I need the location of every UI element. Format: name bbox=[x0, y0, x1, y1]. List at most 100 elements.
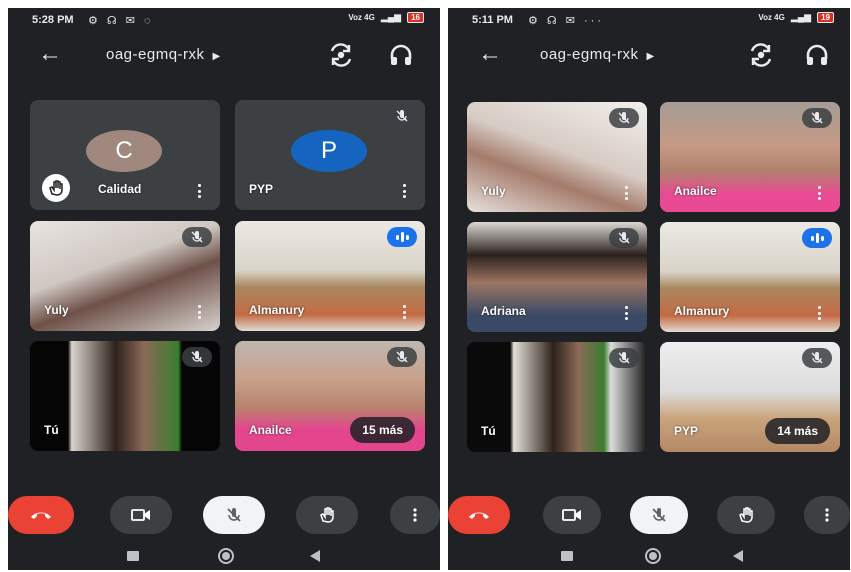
participant-name: Tú bbox=[44, 423, 59, 437]
participant-tile[interactable]: PYP 14 más bbox=[660, 342, 840, 452]
recent-apps-icon[interactable] bbox=[127, 551, 139, 561]
status-bar: 5:11 PM ⚙ ☊ ✉ ··· Voz 4G ▂▄▆ 19 bbox=[448, 8, 850, 30]
participant-name: Calidad bbox=[98, 182, 142, 196]
system-navbar bbox=[448, 542, 850, 570]
battery-icon: 16 bbox=[407, 12, 424, 23]
mic-off-icon bbox=[652, 508, 666, 522]
battery-icon: 19 bbox=[817, 12, 834, 23]
participant-tile[interactable]: Adriana bbox=[467, 222, 647, 332]
more-options-icon[interactable] bbox=[818, 306, 822, 320]
video-camera-icon bbox=[562, 509, 581, 521]
avatar: C bbox=[86, 130, 162, 172]
meeting-code-text: oag-egmq-rxk bbox=[540, 46, 639, 63]
participant-name: Tú bbox=[481, 424, 496, 438]
end-call-button[interactable] bbox=[8, 496, 74, 534]
call-controls bbox=[448, 494, 850, 538]
status-right: Voz 4G ▂▄▆ 19 bbox=[758, 12, 834, 23]
phone-screen-right: 5:11 PM ⚙ ☊ ✉ ··· Voz 4G ▂▄▆ 19 ← oag-eg… bbox=[448, 8, 850, 570]
participant-name: Anailce bbox=[674, 184, 717, 198]
recent-apps-icon[interactable] bbox=[561, 551, 573, 561]
meeting-code-text: oag-egmq-rxk bbox=[106, 46, 205, 63]
status-notification-icons: ⚙ ☊ ✉ ◌ bbox=[88, 15, 154, 27]
more-options-icon[interactable] bbox=[198, 305, 202, 319]
home-icon[interactable] bbox=[218, 548, 234, 564]
video-camera-icon bbox=[131, 509, 150, 521]
more-options-button[interactable] bbox=[804, 496, 850, 534]
network-label: Voz 4G bbox=[758, 12, 785, 22]
participant-tile[interactable]: Anailce bbox=[660, 102, 840, 212]
more-vert-icon bbox=[825, 508, 829, 522]
mic-off-icon bbox=[227, 508, 241, 522]
microphone-button[interactable] bbox=[630, 496, 688, 534]
more-options-icon[interactable] bbox=[403, 184, 407, 198]
participant-name: Yuly bbox=[44, 303, 69, 317]
end-call-button[interactable] bbox=[448, 496, 510, 534]
caret-right-icon: ▶ bbox=[212, 51, 221, 62]
status-right: Voz 4G ▂▄▆ 16 bbox=[348, 12, 424, 23]
headphones-icon[interactable] bbox=[388, 42, 414, 68]
participant-name: PYP bbox=[249, 182, 274, 196]
mic-off-icon bbox=[609, 228, 639, 248]
system-navbar bbox=[8, 542, 440, 570]
participant-name: Almanury bbox=[249, 303, 305, 317]
participant-tile[interactable]: Almanury bbox=[235, 221, 425, 331]
participant-tile[interactable]: Yuly bbox=[467, 102, 647, 212]
participant-tile[interactable]: P PYP bbox=[235, 100, 425, 210]
meeting-header: ← oag-egmq-rxk ▶ bbox=[8, 38, 440, 74]
status-time: 5:11 PM bbox=[472, 14, 513, 26]
participant-name: Anailce bbox=[249, 423, 292, 437]
more-options-icon[interactable] bbox=[625, 306, 629, 320]
microphone-button[interactable] bbox=[203, 496, 265, 534]
camera-button[interactable] bbox=[110, 496, 172, 534]
mic-off-icon bbox=[609, 348, 639, 368]
self-view-tile[interactable]: Tú bbox=[30, 341, 220, 451]
raise-hand-button[interactable] bbox=[296, 496, 358, 534]
participant-tile[interactable]: Yuly bbox=[30, 221, 220, 331]
status-bar: 5:28 PM ⚙ ☊ ✉ ◌ Voz 4G ▂▄▆ 16 bbox=[8, 8, 440, 30]
meeting-header: ← oag-egmq-rxk ▶ bbox=[448, 38, 850, 74]
headphones-icon[interactable] bbox=[804, 42, 830, 68]
more-participants-chip[interactable]: 15 más bbox=[350, 417, 415, 443]
mic-off-icon bbox=[802, 348, 832, 368]
speaking-indicator-icon bbox=[802, 228, 832, 248]
participant-tile[interactable]: Anailce 15 más bbox=[235, 341, 425, 451]
status-time: 5:28 PM bbox=[32, 14, 74, 26]
hand-raised-icon bbox=[42, 174, 70, 202]
mic-off-icon bbox=[802, 108, 832, 128]
home-icon[interactable] bbox=[645, 548, 661, 564]
call-controls bbox=[8, 494, 440, 538]
back-arrow-icon[interactable]: ← bbox=[38, 40, 62, 68]
participant-name: Yuly bbox=[481, 184, 506, 198]
mic-off-icon bbox=[182, 227, 212, 247]
more-options-icon[interactable] bbox=[625, 186, 629, 200]
mic-off-icon bbox=[609, 108, 639, 128]
back-icon[interactable] bbox=[733, 550, 743, 562]
more-options-button[interactable] bbox=[390, 496, 440, 534]
raise-hand-button[interactable] bbox=[717, 496, 775, 534]
avatar: P bbox=[291, 130, 367, 172]
signal-icon: ▂▄▆ bbox=[380, 12, 402, 22]
status-notification-icons: ⚙ ☊ ✉ ··· bbox=[528, 15, 605, 27]
participant-name: Adriana bbox=[481, 304, 526, 318]
more-options-icon[interactable] bbox=[818, 186, 822, 200]
back-arrow-icon[interactable]: ← bbox=[478, 40, 502, 68]
more-vert-icon bbox=[413, 508, 417, 522]
mic-off-icon bbox=[387, 106, 417, 126]
back-icon[interactable] bbox=[310, 550, 320, 562]
mic-off-icon bbox=[182, 347, 212, 367]
participant-name: PYP bbox=[674, 424, 699, 438]
speaking-indicator-icon bbox=[387, 227, 417, 247]
switch-camera-icon[interactable] bbox=[328, 42, 354, 68]
switch-camera-icon[interactable] bbox=[748, 42, 774, 68]
signal-icon: ▂▄▆ bbox=[790, 12, 812, 22]
meeting-code[interactable]: oag-egmq-rxk ▶ bbox=[106, 46, 221, 63]
caret-right-icon: ▶ bbox=[646, 51, 655, 62]
meeting-code[interactable]: oag-egmq-rxk ▶ bbox=[540, 46, 655, 63]
more-options-icon[interactable] bbox=[403, 305, 407, 319]
participant-tile[interactable]: C Calidad bbox=[30, 100, 220, 210]
participant-tile[interactable]: Almanury bbox=[660, 222, 840, 332]
camera-button[interactable] bbox=[543, 496, 601, 534]
more-participants-chip[interactable]: 14 más bbox=[765, 418, 830, 444]
more-options-icon[interactable] bbox=[198, 184, 202, 198]
self-view-tile[interactable]: Tú bbox=[467, 342, 647, 452]
